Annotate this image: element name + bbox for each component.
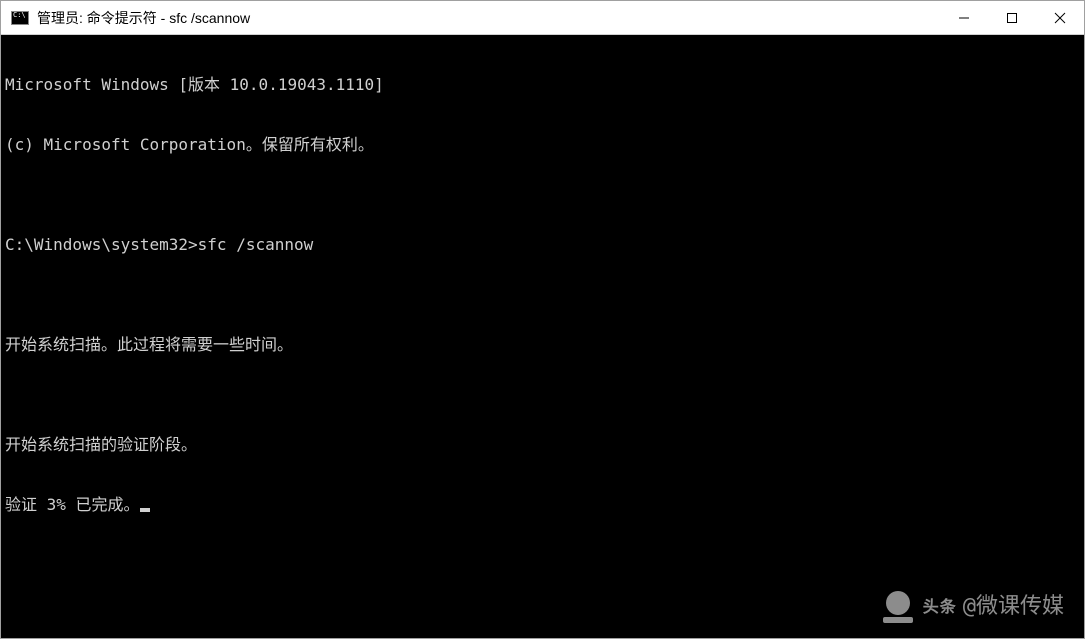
terminal-line: 验证 3% 已完成。 bbox=[5, 495, 1080, 515]
window-controls bbox=[940, 1, 1084, 34]
app-window: 管理员: 命令提示符 - sfc /scannow Microsoft Wind… bbox=[0, 0, 1085, 639]
minimize-icon bbox=[958, 12, 970, 24]
terminal-text: 验证 3% 已完成。 bbox=[5, 495, 140, 514]
terminal-line: C:\Windows\system32>sfc /scannow bbox=[5, 235, 1080, 255]
close-icon bbox=[1054, 12, 1066, 24]
cursor-icon bbox=[140, 508, 150, 512]
watermark: 头条 @微课传媒 bbox=[879, 588, 1064, 626]
terminal-line: Microsoft Windows [版本 10.0.19043.1110] bbox=[5, 75, 1080, 95]
terminal-line: (c) Microsoft Corporation。保留所有权利。 bbox=[5, 135, 1080, 155]
terminal-line: 开始系统扫描的验证阶段。 bbox=[5, 435, 1080, 455]
maximize-icon bbox=[1006, 12, 1018, 24]
cmd-icon bbox=[11, 11, 29, 25]
terminal-line: 开始系统扫描。此过程将需要一些时间。 bbox=[5, 335, 1080, 355]
maximize-button[interactable] bbox=[988, 1, 1036, 34]
watermark-logo-icon bbox=[879, 588, 917, 626]
watermark-brand: 头条 bbox=[923, 597, 957, 617]
title-bar[interactable]: 管理员: 命令提示符 - sfc /scannow bbox=[1, 1, 1084, 35]
window-title: 管理员: 命令提示符 - sfc /scannow bbox=[37, 8, 250, 28]
close-button[interactable] bbox=[1036, 1, 1084, 34]
terminal-output[interactable]: Microsoft Windows [版本 10.0.19043.1110] (… bbox=[1, 35, 1084, 638]
minimize-button[interactable] bbox=[940, 1, 988, 34]
title-bar-left: 管理员: 命令提示符 - sfc /scannow bbox=[1, 8, 250, 28]
watermark-author: @微课传媒 bbox=[963, 597, 1064, 617]
